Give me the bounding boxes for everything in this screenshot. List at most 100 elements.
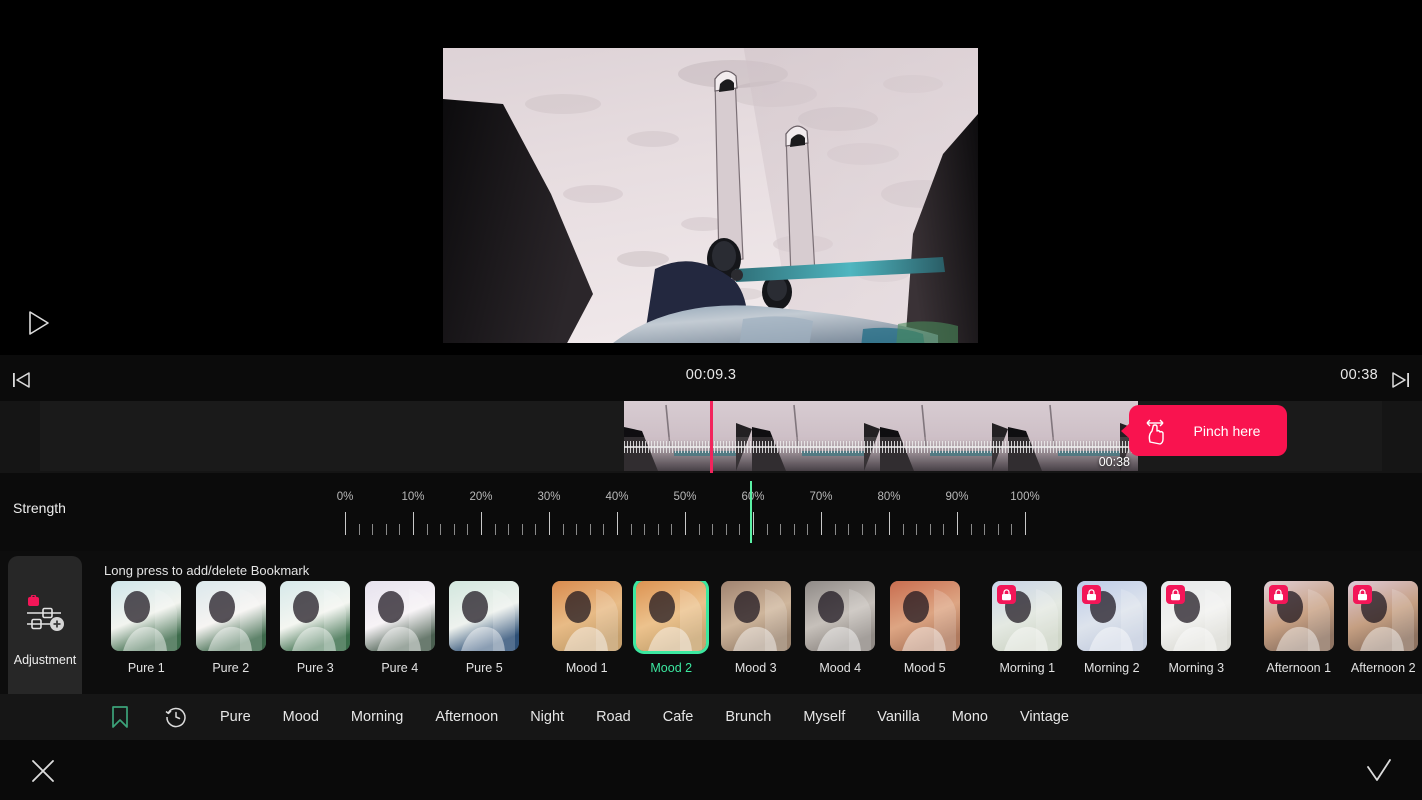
ruler-minor-tick <box>453 524 455 535</box>
filter-thumbnail-strip[interactable]: Pure 1 Pure 2 Pure 3 Pure 4 Pure 5 Mood 1 Mood… <box>104 581 1422 693</box>
category-tab-afternoon[interactable]: Afternoon <box>419 709 514 725</box>
filter-item[interactable]: Mood 2 <box>629 581 714 675</box>
category-tab-morning[interactable]: Morning <box>335 709 419 725</box>
filter-label: Pure 3 <box>296 661 334 675</box>
bookmark-tab-button[interactable] <box>92 694 148 740</box>
filter-item[interactable]: Pure 1 <box>104 581 189 675</box>
filter-label: Morning 2 <box>1083 661 1140 675</box>
confirm-button[interactable] <box>1360 752 1398 790</box>
filter-category-bar: Pure Mood Morning Afternoon Night Road Cafe Bru… <box>0 694 1422 740</box>
filter-item[interactable]: Mood 5 <box>883 581 968 675</box>
ruler-minor-tick <box>494 524 496 535</box>
filter-thumbnail[interactable] <box>805 581 876 651</box>
timeline-playhead[interactable] <box>710 401 713 473</box>
ruler-major-tick <box>413 512 414 535</box>
filter-thumbnail[interactable] <box>889 581 960 651</box>
category-tab-brunch[interactable]: Brunch <box>709 709 787 725</box>
ruler-minor-tick <box>916 524 918 535</box>
filter-thumbnail[interactable] <box>449 581 520 651</box>
pinch-here-tooltip[interactable]: Pinch here <box>1121 405 1287 456</box>
cancel-button[interactable] <box>24 752 62 790</box>
filter-item[interactable]: Pure 3 <box>273 581 358 675</box>
filter-item[interactable]: Mood 3 <box>714 581 799 675</box>
lock-icon <box>1353 585 1373 604</box>
filter-thumbnail[interactable] <box>1076 581 1147 651</box>
pinch-here-label: Pinch here <box>1193 422 1261 439</box>
category-tab-vanilla[interactable]: Vanilla <box>861 709 935 725</box>
action-bar <box>0 740 1422 800</box>
video-frame-image <box>443 44 978 347</box>
category-tab-road[interactable]: Road <box>580 709 647 725</box>
ruler-minor-tick <box>712 524 714 535</box>
filter-item[interactable]: Morning 1 <box>985 581 1070 675</box>
filter-item[interactable]: Morning 3 <box>1154 581 1239 675</box>
ruler-minor-tick <box>929 524 931 535</box>
strength-value-indicator[interactable] <box>750 481 752 543</box>
category-tab-vintage[interactable]: Vintage <box>1004 709 1085 725</box>
ruler-minor-tick <box>793 524 795 535</box>
filter-item[interactable]: Pure 5 <box>442 581 527 675</box>
timeline-clip[interactable]: 00:38 <box>624 401 1138 471</box>
ruler-minor-tick <box>834 524 836 535</box>
filter-item[interactable]: Mood 4 <box>798 581 883 675</box>
ruler-minor-tick <box>385 524 387 535</box>
ruler-minor-tick <box>984 524 986 535</box>
play-icon <box>29 311 49 335</box>
ruler-tick-label: 20% <box>469 491 493 503</box>
ruler-minor-tick <box>807 524 809 535</box>
filter-thumbnail[interactable] <box>720 581 791 651</box>
filter-item[interactable]: Afternoon 1 <box>1257 581 1342 675</box>
filter-thumbnail[interactable] <box>1263 581 1334 651</box>
filter-thumbnail[interactable] <box>551 581 622 651</box>
filter-thumbnail[interactable] <box>364 581 435 651</box>
video-preview[interactable] <box>443 44 978 347</box>
filter-item[interactable]: Mood 1 <box>545 581 630 675</box>
strength-slider-section: Strength 0% 10% 20% 30% 40% 50% 60% 70% 80% 90% 10… <box>0 473 1422 551</box>
history-tab-button[interactable] <box>148 694 204 740</box>
filter-item[interactable]: Morning 2 <box>1070 581 1155 675</box>
ruler-minor-tick <box>372 524 374 535</box>
ruler-minor-tick <box>739 524 741 535</box>
filter-label: Pure 4 <box>381 661 419 675</box>
category-tab-mono[interactable]: Mono <box>936 709 1004 725</box>
filter-thumbnail[interactable] <box>636 581 707 651</box>
adjustment-button[interactable]: Adjustment <box>8 556 82 706</box>
category-tab-pure[interactable]: Pure <box>204 709 267 725</box>
ruler-minor-tick <box>562 524 564 535</box>
filter-item[interactable]: Pure 4 <box>358 581 443 675</box>
ruler-major-tick <box>685 512 686 535</box>
ruler-tick-label: 70% <box>809 491 833 503</box>
filter-thumbnail[interactable] <box>1161 581 1232 651</box>
ruler-major-tick <box>1025 512 1026 535</box>
jump-to-end-button[interactable] <box>1386 365 1416 395</box>
bookmark-icon <box>112 706 128 728</box>
filter-thumbnail[interactable] <box>195 581 266 651</box>
ruler-major-tick <box>549 512 550 535</box>
ruler-minor-tick <box>603 524 605 535</box>
strength-ruler[interactable]: 0% 10% 20% 30% 40% 50% 60% 70% 80% 90% 100% <box>337 483 1040 543</box>
filter-thumbnail[interactable] <box>1348 581 1419 651</box>
filter-thumbnail[interactable] <box>992 581 1063 651</box>
filter-label: Pure 5 <box>465 661 503 675</box>
filter-label: Morning 1 <box>999 661 1056 675</box>
ruler-tick-label: 90% <box>945 491 969 503</box>
ruler-minor-tick <box>766 524 768 535</box>
category-tab-cafe[interactable]: Cafe <box>647 709 710 725</box>
filter-thumbnail[interactable] <box>280 581 351 651</box>
ruler-minor-tick <box>589 524 591 535</box>
category-tab-mood[interactable]: Mood <box>267 709 335 725</box>
filter-label: Pure 1 <box>127 661 165 675</box>
total-duration-label: 00:38 <box>1340 367 1378 383</box>
audio-waveform <box>624 441 1138 453</box>
jump-to-start-button[interactable] <box>6 365 36 395</box>
category-tab-myself[interactable]: Myself <box>787 709 861 725</box>
filter-thumbnail[interactable] <box>111 581 182 651</box>
ruler-minor-tick <box>508 524 510 535</box>
filter-item[interactable]: Pure 2 <box>189 581 274 675</box>
filter-item[interactable]: Afternoon 2 <box>1341 581 1422 675</box>
ruler-minor-tick <box>657 524 659 535</box>
play-button[interactable] <box>22 306 56 340</box>
video-preview-area <box>0 0 1422 355</box>
category-tab-night[interactable]: Night <box>514 709 580 725</box>
ruler-major-tick <box>345 512 346 535</box>
